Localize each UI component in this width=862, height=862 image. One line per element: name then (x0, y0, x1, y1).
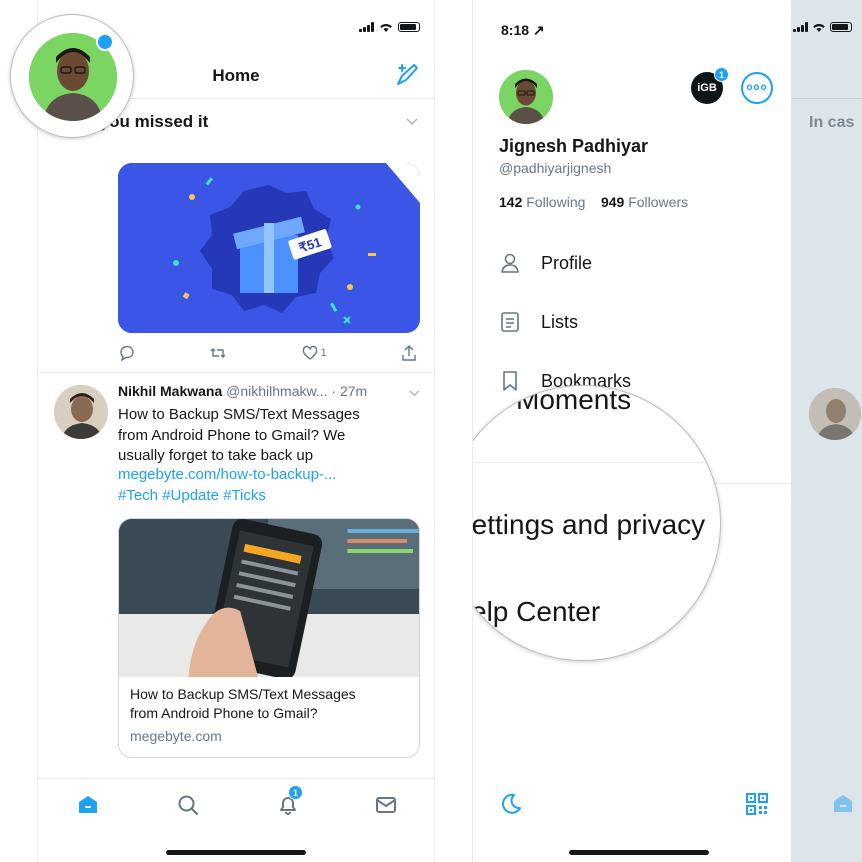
status-bar-icons (359, 22, 420, 32)
avatar-zoom-callout[interactable] (10, 14, 134, 138)
link-card-title-line: How to Backup SMS/Text Messages (130, 686, 356, 702)
following-link[interactable]: 142 Following (499, 194, 585, 210)
menu-item-settings-and-privacy[interactable]: Settings and privacy (473, 509, 705, 541)
battery-icon (398, 22, 420, 32)
wifi-icon (813, 24, 825, 32)
reply-button[interactable] (118, 344, 136, 362)
tweet-link[interactable]: megebyte.com/how-to-backup-... (118, 466, 336, 483)
tweet-author-avatar (809, 388, 861, 440)
promo-image[interactable]: ₹51 (118, 163, 420, 333)
menu-item-moments[interactable]: Moments (516, 386, 631, 416)
status-bar-icons (793, 22, 852, 32)
divider (791, 98, 862, 99)
followers-label: Followers (628, 194, 689, 210)
status-time: 8:18 ↗ (501, 22, 545, 38)
battery-icon (830, 22, 852, 32)
divider (473, 462, 720, 463)
tweet-header: Nikhil Makwana @nikhilhmakw... · 27m (118, 383, 418, 399)
account-badge: 1 (714, 67, 729, 82)
menu-item-label: Lists (541, 311, 579, 332)
menu-item-help-center[interactable]: elp Center (473, 596, 600, 628)
followers-link[interactable]: 949 Followers (601, 194, 688, 210)
signal-icon (793, 22, 808, 32)
tweet-text: How to Backup SMS/Text Messages from And… (118, 405, 408, 467)
notifications-badge: 1 (288, 785, 303, 800)
home-icon (834, 795, 852, 812)
tweet-author-handle: @nikhilhmakw... (226, 383, 328, 399)
tweet-text-line: usually forget to take back up (118, 447, 314, 464)
home-indicator (569, 850, 709, 855)
following-count: 142 (499, 194, 523, 210)
lists-icon (501, 312, 519, 332)
promo-action-bar: 1 (118, 344, 418, 362)
menu-item-lists[interactable]: Lists (499, 311, 578, 333)
retweet-button[interactable] (209, 344, 227, 362)
tab-notifications[interactable]: 1 (276, 785, 303, 817)
link-preview-card[interactable]: How to Backup SMS/Text Messages from And… (118, 518, 420, 758)
qr-code-icon[interactable] (745, 792, 769, 816)
avatar[interactable] (499, 70, 553, 124)
bottom-tab-bar: 1 (38, 778, 434, 862)
person-icon (501, 253, 519, 273)
notification-dot (96, 33, 114, 51)
like-button[interactable]: 1 (301, 344, 327, 362)
link-card-domain: megebyte.com (130, 728, 222, 744)
tweet-time: · 27m (331, 383, 368, 399)
tab-search[interactable] (176, 793, 200, 817)
divider (38, 372, 434, 373)
like-count: 1 (320, 347, 327, 359)
tweet-author-avatar[interactable] (54, 385, 108, 439)
tab-home[interactable] (76, 793, 100, 817)
wifi-icon (380, 24, 392, 32)
home-indicator (166, 850, 306, 855)
account-switcher-label: iGB (697, 82, 717, 94)
mail-icon (376, 797, 396, 813)
account-switcher-button[interactable]: iGB 1 (691, 67, 729, 104)
timeline-peek-overlay[interactable]: In cas (791, 0, 862, 862)
more-options-button[interactable]: ooo (741, 72, 773, 104)
search-icon (178, 795, 198, 815)
chevron-down-icon[interactable] (409, 388, 420, 399)
chevron-down-icon[interactable] (406, 116, 418, 128)
signal-icon (359, 22, 374, 32)
follow-stats: 142 Following 949 Followers (499, 194, 688, 210)
retweet-icon (210, 348, 226, 358)
tweet-hashtags[interactable]: #Tech #Update #Ticks (118, 487, 266, 504)
tweet-author-name[interactable]: Nikhil Makwana (118, 383, 222, 399)
night-mode-icon[interactable] (499, 792, 523, 816)
link-preview-image (119, 519, 419, 677)
tweet-text-line: How to Backup SMS/Text Messages (118, 406, 360, 423)
account-handle: @padhiyarjignesh (499, 160, 612, 176)
menu-item-label: Profile (541, 252, 593, 273)
link-card-title-line: from Android Phone to Gmail? (130, 705, 318, 721)
share-icon (402, 345, 416, 361)
account-name[interactable]: Jignesh Padhiyar (499, 136, 648, 157)
reply-icon (120, 345, 134, 362)
tab-messages[interactable] (374, 793, 398, 817)
compose-tweet-icon[interactable] (394, 62, 420, 88)
followers-count: 949 (600, 194, 625, 210)
heart-icon (302, 345, 317, 360)
peek-section-title: In cas (809, 114, 855, 131)
home-icon (79, 796, 97, 813)
following-label: Following (526, 194, 586, 210)
side-drawer-screen: 8:18 ↗ iGB 1 ooo Jignesh Padhiyar @padhi… (472, 0, 862, 862)
link-card-title: How to Backup SMS/Text Messages from And… (130, 685, 410, 723)
tweet-text-line: from Android Phone to Gmail? We (118, 426, 346, 444)
settings-zoom-callout: Moments Settings and privacy elp Center (473, 385, 721, 661)
share-button[interactable] (400, 344, 418, 362)
menu-item-profile[interactable]: Profile (499, 252, 592, 274)
